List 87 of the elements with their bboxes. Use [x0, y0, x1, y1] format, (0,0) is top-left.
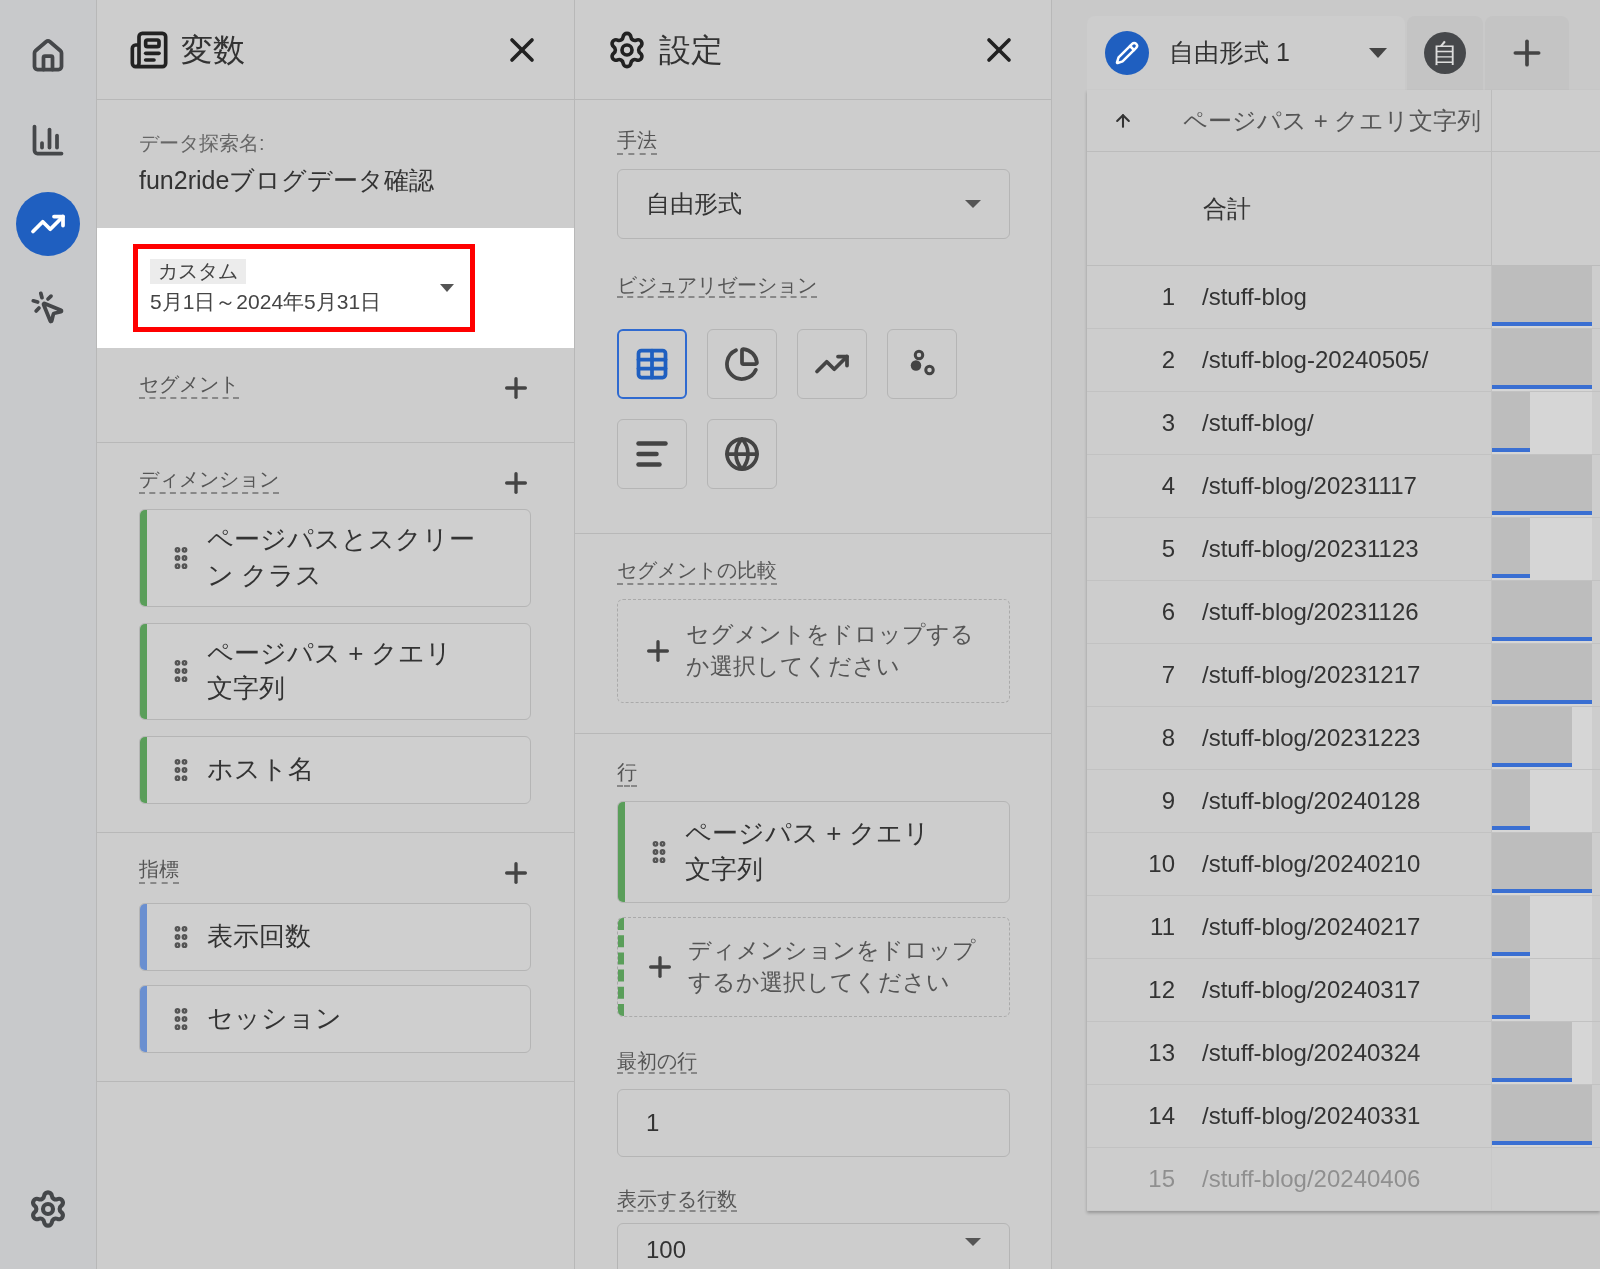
settings-icon: [607, 29, 647, 70]
table-cell-text: /stuff-blog/20240406: [1202, 1164, 1421, 1194]
metrics-label: 指標: [139, 857, 179, 884]
dropdown-caret-icon: [440, 284, 454, 292]
method-dropdown[interactable]: 自由形式: [617, 169, 1010, 239]
dimensions-label: ディメンション: [139, 467, 279, 494]
date-range-selector[interactable]: カスタム 5月1日～2024年5月31日: [133, 244, 475, 332]
chip-label: ホスト名: [207, 753, 315, 787]
table-cell-text: /stuff-blog/20240210: [1202, 849, 1421, 879]
visualization-button[interactable]: [707, 419, 777, 489]
table-cell-text: /stuff-blog/20240128: [1202, 786, 1421, 816]
drop-zone-text: ディメンションをドロップするか選択してください: [688, 936, 977, 997]
row-number: 11: [1149, 912, 1176, 942]
visualization-button[interactable]: [887, 329, 957, 399]
row-number: 6: [1160, 597, 1176, 627]
chip-label: ページパスとスクリーン クラス: [207, 523, 476, 592]
visualization-button[interactable]: [617, 329, 687, 399]
table-cell-text: /stuff-blog/20231223: [1202, 723, 1421, 753]
explore-name: fun2rideブログデータ確認: [139, 165, 436, 196]
table-cell-text: /stuff-blog/20231117: [1202, 471, 1417, 501]
row-number: 4: [1160, 471, 1176, 501]
rows-to-show-dropdown[interactable]: 100: [617, 1223, 1010, 1269]
table-cell-text: /stuff-blog/20240331: [1202, 1101, 1421, 1131]
dimension-drop-zone[interactable]: ディメンションをドロップするか選択してください: [617, 917, 1010, 1017]
panel-title: 変数: [181, 30, 245, 70]
panel-title: 設定: [659, 30, 723, 70]
row-number: 14: [1147, 1101, 1176, 1131]
chip-label: ページパス + クエリ文字列: [685, 817, 931, 886]
settings-icon[interactable]: [28, 1189, 68, 1229]
column-header: ページパス + クエリ文字列: [1183, 105, 1482, 136]
segment-drop-zone[interactable]: セグメントをドロップするか選択してください: [617, 599, 1010, 703]
table-cell-text: /stuff-blog/20240217: [1202, 912, 1421, 942]
table-icon: [634, 346, 670, 382]
table-cell-text: /stuff-blog/20231126: [1202, 597, 1419, 627]
row-number: 3: [1160, 408, 1176, 438]
visualization-button[interactable]: [707, 329, 777, 399]
row-number: 7: [1160, 660, 1176, 690]
table-cell-text: /stuff-blog: [1202, 282, 1307, 312]
row-dimension-chip[interactable]: ページパス + クエリ文字列: [617, 801, 1010, 903]
dropdown-caret-icon: [1369, 48, 1387, 58]
table-cell-text: /stuff-blog/20231123: [1202, 534, 1419, 564]
segments-label: セグメント: [139, 372, 239, 399]
chip-label: ページパス + クエリ文字列: [207, 636, 453, 706]
rows-label: 行: [617, 760, 637, 787]
explore-name-label: データ探索名:: [139, 131, 266, 156]
visualization-button[interactable]: [797, 329, 867, 399]
add-tab-button[interactable]: [1485, 16, 1569, 90]
dimension-chip[interactable]: ページパス + クエリ文字列: [139, 622, 531, 720]
row-number: 12: [1147, 975, 1176, 1005]
dimension-chip[interactable]: 表示回数: [139, 903, 531, 971]
dimension-chip[interactable]: ページパスとスクリーン クラス: [139, 509, 531, 607]
tab[interactable]: 自由形式 1: [1087, 16, 1405, 90]
row-number: 9: [1160, 786, 1176, 816]
variables-icon: [129, 29, 169, 70]
row-number: 2: [1160, 345, 1176, 375]
drop-zone-text: セグメントをドロップするか選択してください: [686, 620, 975, 681]
visualization-label: ビジュアリゼーション: [617, 274, 817, 298]
dropdown-caret-icon: [965, 200, 981, 208]
method-label: 手法: [617, 128, 657, 155]
row-number: 5: [1160, 534, 1176, 564]
tab[interactable]: 自: [1407, 16, 1483, 90]
date-range-value: 5月1日～2024年5月31日: [150, 288, 382, 315]
row-number: 10: [1147, 849, 1176, 879]
total-label: 合計: [1203, 193, 1251, 224]
rows-to-show-label: 表示する行数: [617, 1188, 737, 1212]
globe-icon: [724, 436, 760, 472]
chip-label: 表示回数: [207, 920, 312, 954]
donut-chart-icon: [724, 346, 760, 382]
row-number: 1: [1160, 282, 1176, 312]
table-cell-text: /stuff-blog/20240317: [1202, 975, 1421, 1005]
dimension-chip[interactable]: セッション: [139, 985, 531, 1053]
table-cell-text: /stuff-blog/20240324: [1202, 1038, 1421, 1068]
first-row-field[interactable]: 1: [617, 1089, 1010, 1157]
segment-compare-label: セグメントの比較: [617, 558, 777, 585]
table-cell-text: /stuff-blog/20231217: [1202, 660, 1421, 690]
pencil-icon: [1105, 31, 1149, 75]
chip-label: セッション: [207, 1002, 343, 1036]
table-cell-text: /stuff-blog-20240505/: [1202, 345, 1429, 375]
row-number: 13: [1147, 1038, 1176, 1068]
date-range-tag: カスタム: [150, 258, 246, 284]
row-number: 8: [1160, 723, 1176, 753]
visualization-button[interactable]: [617, 419, 687, 489]
first-row-label: 最初の行: [617, 1050, 697, 1074]
row-number: 15: [1147, 1164, 1176, 1194]
dimension-chip[interactable]: ホスト名: [139, 736, 531, 804]
dropdown-caret-icon: [965, 1238, 981, 1246]
table-cell-text: /stuff-blog/: [1202, 408, 1314, 438]
